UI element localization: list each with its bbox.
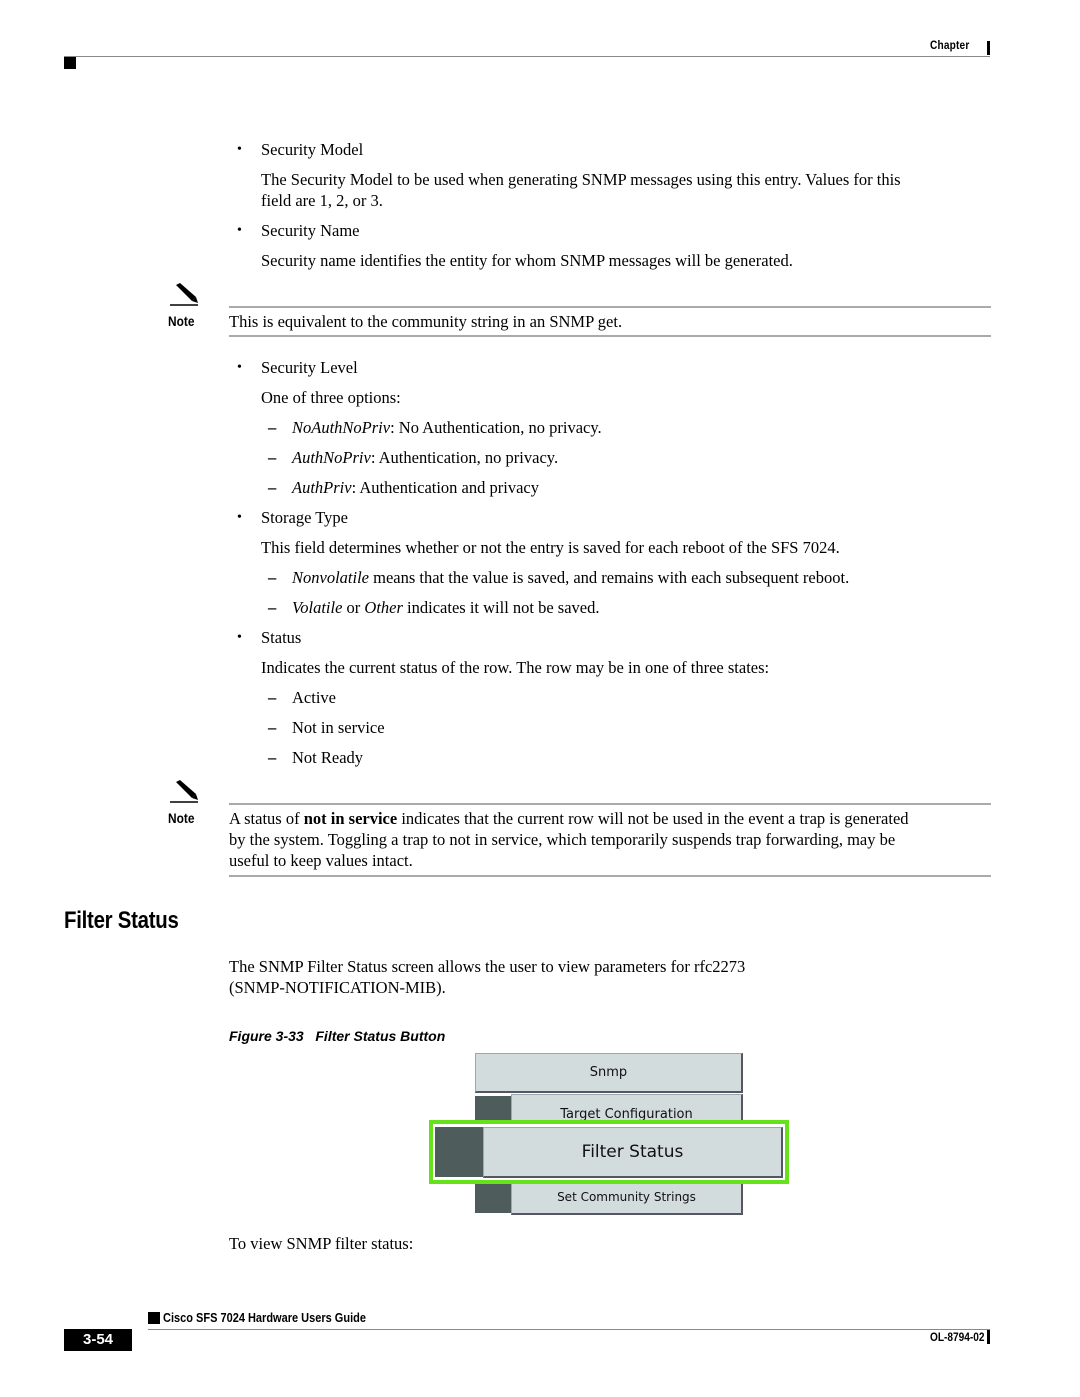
- dash-icon: –: [268, 748, 277, 767]
- note-text: This is equivalent to the community stri…: [229, 312, 623, 331]
- option-authnopriv: AuthNoPriv: Authentication, no privacy.: [292, 448, 559, 467]
- note2-line-1: A status of not in service indicates tha…: [229, 809, 909, 828]
- dash-icon: –: [268, 688, 277, 707]
- figure-filter-status-button: Snmp Target Configuration Set Community …: [429, 1050, 792, 1220]
- security-model-desc-2: field are 1, 2, or 3.: [261, 191, 383, 210]
- footer-marker: [148, 1312, 160, 1324]
- note2-line-2: by the system. Toggling a trap to not in…: [229, 830, 896, 849]
- dash-icon: –: [268, 418, 277, 437]
- nav-button-set-community-strings[interactable]: Set Community Strings: [511, 1182, 743, 1215]
- dash-icon: –: [268, 718, 277, 737]
- storage-type-desc: This field determines whether or not the…: [261, 538, 840, 557]
- note-top-rule: [229, 306, 991, 308]
- document-number: OL-8794-02: [930, 1332, 985, 1344]
- bullet-security-level: Security Level: [261, 358, 358, 377]
- bullet-icon: •: [237, 510, 242, 525]
- nav-indent-block: [435, 1127, 483, 1177]
- option-volatile: Volatile or Other indicates it will not …: [292, 598, 600, 617]
- footer-rule: [148, 1329, 990, 1330]
- footer-bar: [987, 1330, 990, 1344]
- option-authpriv: AuthPriv: Authentication and privacy: [292, 478, 539, 497]
- note-label: Note: [168, 313, 195, 329]
- bullet-security-name: Security Name: [261, 221, 360, 240]
- bullet-storage-type: Storage Type: [261, 508, 348, 527]
- nav-button-snmp[interactable]: Snmp: [475, 1053, 743, 1093]
- dash-icon: –: [268, 568, 277, 587]
- bullet-icon: •: [237, 360, 242, 375]
- nav-indent-block: [475, 1183, 511, 1213]
- option-nonvolatile: Nonvolatile means that the value is save…: [292, 568, 850, 587]
- note-top-rule: [229, 803, 991, 805]
- bullet-icon: •: [237, 630, 242, 645]
- note-pencil-icon: [170, 283, 198, 306]
- header-rule: [64, 56, 990, 57]
- state-active: Active: [292, 688, 336, 707]
- dash-icon: –: [268, 448, 277, 467]
- nav-button-filter-status[interactable]: Filter Status: [483, 1127, 783, 1178]
- bullet-icon: •: [237, 142, 242, 157]
- security-name-desc: Security name identifies the entity for …: [261, 251, 793, 270]
- state-not-ready: Not Ready: [292, 748, 364, 767]
- section-intro-2: (SNMP-NOTIFICATION-MIB).: [229, 978, 446, 997]
- note2-line-3: useful to keep values intact.: [229, 851, 413, 870]
- figure-caption: Figure 3-33 Filter Status Button: [229, 1028, 446, 1044]
- note-bottom-rule: [229, 875, 991, 877]
- option-noauthnopriv: NoAuthNoPriv: No Authentication, no priv…: [292, 418, 602, 437]
- bullet-status: Status: [261, 628, 302, 647]
- note-label: Note: [168, 810, 195, 826]
- note-pencil-icon: [170, 780, 198, 803]
- status-desc: Indicates the current status of the row.…: [261, 658, 770, 677]
- page-number: 3-54: [64, 1329, 132, 1351]
- dash-icon: –: [268, 598, 277, 617]
- security-level-intro: One of three options:: [261, 388, 401, 407]
- chapter-label: Chapter: [930, 40, 970, 52]
- bullet-security-model: Security Model: [261, 140, 364, 159]
- bullet-icon: •: [237, 223, 242, 238]
- dash-icon: –: [268, 478, 277, 497]
- guide-title: Cisco SFS 7024 Hardware Users Guide: [163, 1311, 366, 1325]
- section-intro-1: The SNMP Filter Status screen allows the…: [229, 957, 746, 976]
- state-not-in-service: Not in service: [292, 718, 385, 737]
- security-model-desc-1: The Security Model to be used when gener…: [261, 170, 901, 189]
- closing-text: To view SNMP filter status:: [229, 1234, 414, 1253]
- header-marker: [64, 57, 76, 69]
- highlight-frame: Filter Status: [429, 1120, 789, 1184]
- note-bottom-rule: [229, 335, 991, 337]
- section-title: Filter Status: [64, 907, 179, 934]
- header-bar: [987, 41, 990, 55]
